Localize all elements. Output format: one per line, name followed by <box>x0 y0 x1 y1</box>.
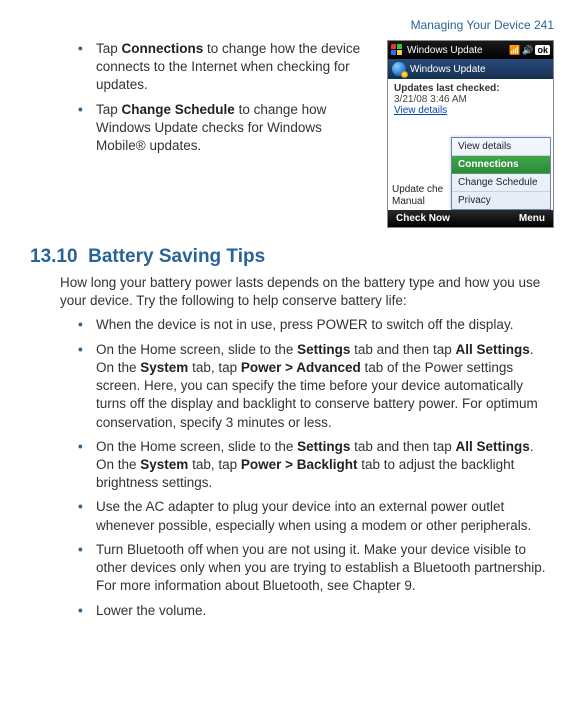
app-header-title: Windows Update <box>410 64 486 75</box>
bullet-item: • Tap Change Schedule to change how Wind… <box>78 101 373 156</box>
text: Lower the volume. <box>96 603 206 618</box>
bullet-dot: • <box>78 498 96 534</box>
text: tab, tap <box>188 457 241 472</box>
bold-term: System <box>140 457 188 472</box>
popup-menu: View details Connections Change Schedule… <box>451 137 551 210</box>
bullet-dot: • <box>78 316 96 334</box>
titlebar-text: Windows Update <box>407 45 505 56</box>
list-item: • On the Home screen, slide to the Setti… <box>78 341 554 432</box>
system-tray: 📶 🔊 ok <box>509 45 550 56</box>
menu-item-privacy[interactable]: Privacy <box>452 192 550 209</box>
list-item: • On the Home screen, slide to the Setti… <box>78 438 554 493</box>
text: On the Home screen, slide to the <box>96 342 297 357</box>
status-date: 3/21/08 3:46 AM <box>394 94 547 105</box>
softkey-left[interactable]: Check Now <box>396 213 450 224</box>
bold-term: Change Schedule <box>122 102 235 117</box>
text: Tap <box>96 41 122 56</box>
bold-term: All Settings <box>455 439 529 454</box>
ok-button[interactable]: ok <box>535 45 550 55</box>
text: Manual <box>392 196 443 208</box>
bold-term: Power > Advanced <box>241 360 361 375</box>
text: On the Home screen, slide to the <box>96 439 297 454</box>
text: Use the AC adapter to plug your device i… <box>96 499 531 532</box>
status-label: Updates last checked: <box>394 83 547 94</box>
text: Turn Bluetooth off when you are not usin… <box>96 542 546 593</box>
list-item: • Use the AC adapter to plug your device… <box>78 498 554 534</box>
softkey-bar: Check Now Menu <box>388 210 553 227</box>
top-bullets: • Tap Connections to change how the devi… <box>30 40 373 228</box>
text: tab and then tap <box>350 439 455 454</box>
view-details-link[interactable]: View details <box>394 105 547 116</box>
bold-term: Settings <box>297 342 350 357</box>
signal-icon: 📶 <box>509 45 520 56</box>
softkey-right[interactable]: Menu <box>519 213 545 224</box>
device-screenshot: Windows Update 📶 🔊 ok Windows Update Upd… <box>387 40 554 228</box>
bold-term: System <box>140 360 188 375</box>
list-item: • When the device is not in use, press P… <box>78 316 554 334</box>
text: Tap <box>96 102 122 117</box>
bullet-dot: • <box>78 602 96 620</box>
wm-titlebar: Windows Update 📶 🔊 ok <box>388 41 553 59</box>
bullet-dot: • <box>78 101 96 156</box>
menu-item-connections[interactable]: Connections <box>452 156 550 174</box>
bullet-dot: • <box>78 438 96 493</box>
bold-term: Power > Backlight <box>241 457 358 472</box>
text: When the device is not in use, press POW… <box>96 317 513 332</box>
list-item: • Lower the volume. <box>78 602 554 620</box>
section-heading: 13.10 Battery Saving Tips <box>30 246 554 268</box>
tips-list: • When the device is not in use, press P… <box>78 316 554 619</box>
bullet-dot: • <box>78 541 96 596</box>
windows-update-icon <box>392 62 406 76</box>
volume-icon: 🔊 <box>522 45 533 56</box>
list-item: • Turn Bluetooth off when you are not us… <box>78 541 554 596</box>
menu-item-change-schedule[interactable]: Change Schedule <box>452 174 550 192</box>
bold-term: Settings <box>297 439 350 454</box>
windows-flag-icon <box>391 44 403 56</box>
bullet-item: • Tap Connections to change how the devi… <box>78 40 373 95</box>
running-head: Managing Your Device 241 <box>30 18 554 32</box>
menu-item-view-details[interactable]: View details <box>452 138 550 156</box>
bullet-dot: • <box>78 341 96 432</box>
text: tab, tap <box>188 360 241 375</box>
bullet-dot: • <box>78 40 96 95</box>
app-header: Windows Update <box>388 59 553 79</box>
text: Update che <box>392 184 443 196</box>
bold-term: All Settings <box>455 342 529 357</box>
status-pane: Updates last checked: 3/21/08 3:46 AM Vi… <box>388 79 553 124</box>
section-number: 13.10 <box>30 246 78 267</box>
section-title: Battery Saving Tips <box>88 246 265 267</box>
section-intro: How long your battery power lasts depend… <box>60 274 554 310</box>
cutoff-text: Update che Manual <box>392 184 443 208</box>
text: tab and then tap <box>350 342 455 357</box>
bold-term: Connections <box>122 41 204 56</box>
